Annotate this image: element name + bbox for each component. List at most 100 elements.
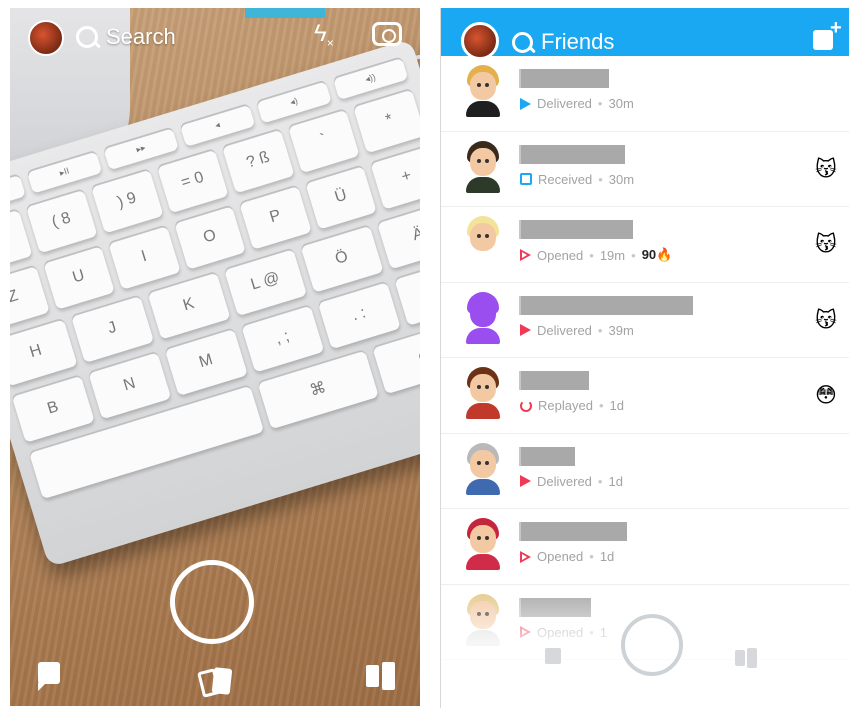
friend-name-redacted xyxy=(519,295,693,315)
separator-dot: • xyxy=(631,247,636,263)
status-time: 30m xyxy=(608,171,635,187)
stories-icon[interactable] xyxy=(735,648,759,668)
friend-name-redacted xyxy=(519,522,627,541)
keyboard-key: = 0 xyxy=(156,147,229,214)
friend-emoji: 😽 xyxy=(815,157,837,181)
keyboard-key: . : xyxy=(317,280,401,350)
keyboard-key: I xyxy=(107,224,181,290)
capture-button[interactable] xyxy=(170,560,254,644)
search-icon[interactable] xyxy=(76,26,98,48)
keyboard-key: ( 8 xyxy=(25,187,98,254)
keyboard-key: ? ß xyxy=(221,127,295,194)
chat-icon[interactable] xyxy=(545,648,561,664)
chat-status: Delivered • 30m xyxy=(520,96,634,111)
friend-row[interactable]: Opened • 19m • 90🔥 😽 xyxy=(441,207,849,283)
friend-bitmoji[interactable] xyxy=(463,65,503,117)
friend-bitmoji[interactable] xyxy=(463,442,503,495)
friend-emoji: 😽 xyxy=(815,308,837,332)
page-title: Friends xyxy=(541,29,615,54)
friend-row[interactable]: Delivered • 30m xyxy=(441,56,849,132)
separator-dot: • xyxy=(597,473,603,489)
friend-row[interactable]: Delivered • 39m 😽 xyxy=(441,283,849,358)
friend-emoji: 😽 xyxy=(815,233,837,256)
friend-bitmoji[interactable] xyxy=(463,291,503,344)
search-icon[interactable] xyxy=(512,32,533,53)
friend-emoji: 😳 xyxy=(815,384,837,407)
friend-row[interactable]: Delivered • 1d xyxy=(441,434,849,509)
friend-name-redacted xyxy=(519,220,633,239)
friend-bitmoji[interactable] xyxy=(463,216,503,268)
keyboard-key: + xyxy=(370,144,420,210)
status-text: Opened xyxy=(537,549,584,564)
friend-name-redacted xyxy=(519,69,609,88)
friends-screen: Friends Delivered•30mReceived•30m😽Opened… xyxy=(440,8,849,708)
keyboard-key: P xyxy=(239,184,312,250)
status-time: 1d xyxy=(608,473,623,489)
friend-name-redacted xyxy=(519,446,575,466)
status-text: Replayed xyxy=(538,398,593,413)
keyboard-key: , ; xyxy=(240,303,325,373)
friend-name-redacted xyxy=(519,144,625,164)
keyboard-key: Ä xyxy=(376,200,420,270)
flip-camera-icon[interactable] xyxy=(372,22,402,46)
delivered-red-icon xyxy=(520,324,531,336)
chat-status: Delivered • 1d xyxy=(520,474,623,489)
delivered-red-icon xyxy=(520,475,531,487)
friend-row[interactable]: Received • 30m 😽 xyxy=(441,132,849,207)
memories-icon[interactable] xyxy=(197,667,234,698)
new-chat-icon[interactable] xyxy=(813,17,842,50)
separator-dot: • xyxy=(589,549,594,564)
stories-icon[interactable] xyxy=(366,662,398,690)
status-time: 1d xyxy=(609,398,624,413)
keyboard-key: ) 9 xyxy=(90,167,164,234)
camera-top-bar: Search ϟ× xyxy=(10,8,420,68)
keyboard-key: H xyxy=(10,317,78,387)
replayed-red-icon xyxy=(520,399,532,412)
search-label[interactable]: Search xyxy=(106,24,176,50)
keyboard-key: U xyxy=(42,244,115,310)
status-time: 19m xyxy=(599,247,626,263)
chat-icon[interactable] xyxy=(38,662,60,691)
received-blue-icon xyxy=(520,173,532,185)
friend-name-redacted xyxy=(519,371,589,390)
chat-status: Received • 30m xyxy=(520,172,634,187)
status-time: 39m xyxy=(608,322,634,338)
capture-button[interactable] xyxy=(621,614,683,676)
keyboard-key: J xyxy=(70,294,155,363)
status-text: Delivered xyxy=(537,96,592,111)
profile-avatar[interactable] xyxy=(461,22,499,60)
keyboard-key: Z xyxy=(10,264,50,330)
keyboard-key: B xyxy=(11,373,95,443)
separator-dot: • xyxy=(597,322,603,338)
status-text: Opened xyxy=(537,247,584,263)
keyboard-key: K xyxy=(147,270,231,340)
keyboard-key: N xyxy=(87,350,172,420)
keyboard-key: Ö xyxy=(300,223,384,293)
flash-off-icon[interactable]: ϟ× xyxy=(314,22,334,55)
opened-red-icon xyxy=(520,249,531,261)
profile-avatar[interactable] xyxy=(28,20,64,56)
status-time: 1d xyxy=(599,549,615,564)
keyboard-key: M xyxy=(164,327,248,396)
separator-dot: • xyxy=(589,247,594,263)
chat-status: Opened • 1d xyxy=(520,549,614,564)
camera-screen: ◂◂▸II▸▸◂◂)◂))/ 7( 8) 9= 0? ß`*ZUIOPÜ+HJK… xyxy=(10,8,420,706)
snap-streak: 90🔥 xyxy=(641,247,673,262)
keyboard-key: Ü xyxy=(304,164,378,230)
friend-row[interactable]: Opened • 1d xyxy=(441,509,849,585)
separator-dot: • xyxy=(597,96,603,111)
keyboard-key: O xyxy=(173,204,247,270)
chat-status: Opened • 19m • 90🔥 xyxy=(520,247,672,263)
status-text: Delivered xyxy=(537,322,592,338)
status-time: 30m xyxy=(608,96,634,111)
keyboard-key: L @ xyxy=(223,247,308,317)
friend-bitmoji[interactable] xyxy=(463,367,503,419)
chat-status: Replayed • 1d xyxy=(520,398,624,413)
friend-bitmoji[interactable] xyxy=(463,140,503,193)
friend-bitmoji[interactable] xyxy=(463,518,503,570)
status-text: Delivered xyxy=(537,473,592,489)
separator-dot: • xyxy=(598,398,604,413)
delivered-blue-icon xyxy=(520,97,531,110)
friend-row[interactable]: Replayed • 1d 😳 xyxy=(441,358,849,434)
chat-status: Delivered • 39m xyxy=(520,323,634,338)
